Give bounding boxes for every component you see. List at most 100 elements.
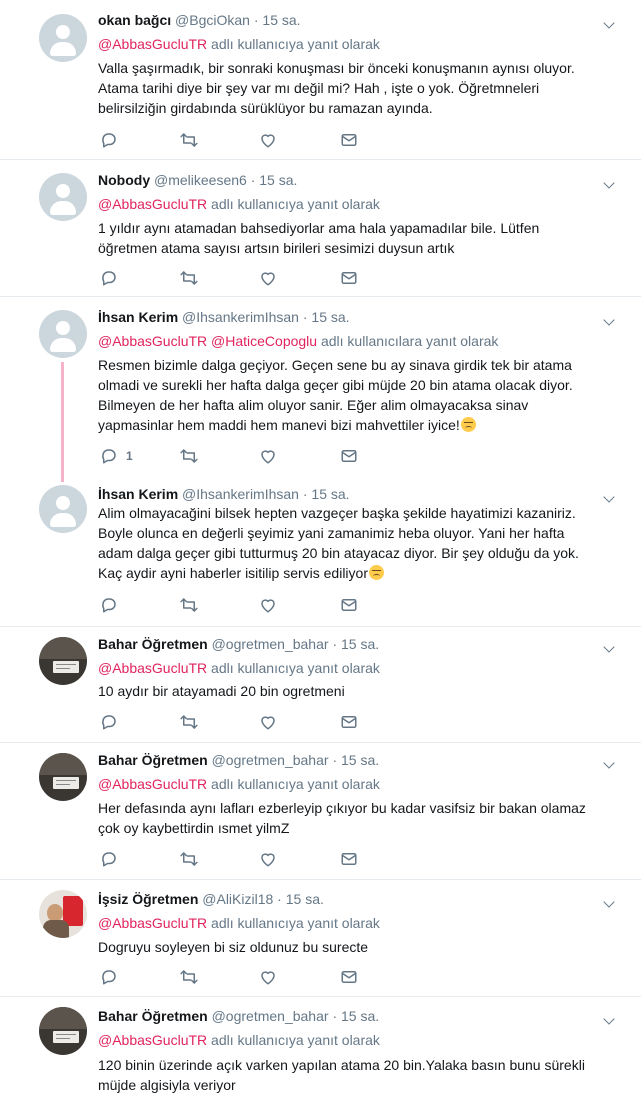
user-name[interactable]: okan bağcı xyxy=(98,12,171,28)
timestamp[interactable]: 15 sa. xyxy=(341,1008,379,1024)
chevron-down-icon[interactable] xyxy=(603,17,615,29)
user-handle[interactable]: @ogretmen_bahar xyxy=(212,752,329,768)
avatar[interactable] xyxy=(39,890,87,938)
reply-context: @AbbasGucluTR adlı kullanıcıya yanıt ola… xyxy=(98,775,380,793)
tweet-text-body: Resmen bizimle dalga geçiyor. Geçen sene… xyxy=(98,357,573,433)
timestamp[interactable]: 15 sa. xyxy=(341,636,379,652)
tweet[interactable]: İhsan Kerim @IhsankerimIhsan · 15 sa. Al… xyxy=(0,475,641,627)
mention-link[interactable]: @AbbasGucluTR xyxy=(98,660,207,676)
dm-button[interactable] xyxy=(340,849,358,869)
retweet-icon xyxy=(179,968,199,986)
reply-button[interactable] xyxy=(100,967,126,987)
user-name[interactable]: İhsan Kerim xyxy=(98,309,178,325)
tweet[interactable]: İşsiz Öğretmen @AliKizil18 · 15 sa. @Abb… xyxy=(0,880,641,997)
user-name[interactable]: Bahar Öğretmen xyxy=(98,752,208,768)
user-name[interactable]: Nobody xyxy=(98,172,150,188)
mention-link[interactable]: @AbbasGucluTR xyxy=(98,196,207,212)
chevron-down-icon[interactable] xyxy=(603,641,615,653)
user-name[interactable]: Bahar Öğretmen xyxy=(98,1008,208,1024)
reply-button[interactable] xyxy=(100,268,126,288)
retweet-button[interactable] xyxy=(179,130,199,150)
like-button[interactable] xyxy=(259,712,277,732)
envelope-icon xyxy=(340,131,358,149)
dm-button[interactable] xyxy=(340,967,358,987)
like-button[interactable] xyxy=(259,967,277,987)
reply-context: @AbbasGucluTR adlı kullanıcıya yanıt ola… xyxy=(98,659,380,677)
retweet-icon xyxy=(179,713,199,731)
timestamp[interactable]: 15 sa. xyxy=(286,891,324,907)
retweet-button[interactable] xyxy=(179,446,199,466)
tweet-text: 10 aydır bir atayamadi 20 bin ogretmeni xyxy=(98,683,345,699)
retweet-icon xyxy=(179,269,199,287)
chevron-down-icon[interactable] xyxy=(603,1013,615,1025)
tweet[interactable]: Nobody @melikeesen6 · 15 sa. @AbbasGuclu… xyxy=(0,160,641,297)
timestamp[interactable]: 15 sa. xyxy=(259,172,297,188)
tweet[interactable]: Bahar Öğretmen @ogretmen_bahar · 15 sa. … xyxy=(0,997,641,1107)
user-handle[interactable]: @ogretmen_bahar xyxy=(212,1008,329,1024)
dm-button[interactable] xyxy=(340,446,358,466)
timestamp[interactable]: 15 sa. xyxy=(311,486,349,502)
avatar[interactable] xyxy=(39,485,87,533)
avatar[interactable] xyxy=(39,1007,87,1055)
reply-button[interactable]: 1 xyxy=(100,446,133,466)
dm-button[interactable] xyxy=(340,268,358,288)
mention-link[interactable]: @AbbasGucluTR xyxy=(98,776,207,792)
like-button[interactable] xyxy=(259,849,277,869)
avatar[interactable] xyxy=(39,637,87,685)
timestamp[interactable]: 15 sa. xyxy=(341,752,379,768)
dm-button[interactable] xyxy=(340,712,358,732)
user-handle[interactable]: @IhsankerimIhsan xyxy=(182,486,299,502)
tweet[interactable]: Bahar Öğretmen @ogretmen_bahar · 15 sa. … xyxy=(0,743,641,880)
envelope-icon xyxy=(340,596,358,614)
like-button[interactable] xyxy=(259,595,277,615)
dm-button[interactable] xyxy=(340,595,358,615)
tweet[interactable]: okan bağcı @BgciOkan · 15 sa. @AbbasGucl… xyxy=(0,0,641,160)
avatar[interactable] xyxy=(39,310,87,358)
chevron-down-icon[interactable] xyxy=(603,896,615,908)
user-name[interactable]: İşsiz Öğretmen xyxy=(98,891,198,907)
retweet-button[interactable] xyxy=(179,712,199,732)
retweet-button[interactable] xyxy=(179,268,199,288)
chevron-down-icon[interactable] xyxy=(603,177,615,189)
reply-icon xyxy=(100,447,118,465)
like-button[interactable] xyxy=(259,130,277,150)
tweet-text: 120 binin üzerinde açık varken yapılan a… xyxy=(98,1057,585,1093)
envelope-icon xyxy=(340,447,358,465)
reply-button[interactable] xyxy=(100,849,126,869)
retweet-button[interactable] xyxy=(179,595,199,615)
tweet[interactable]: İhsan Kerim @IhsankerimIhsan · 15 sa. @A… xyxy=(0,297,641,475)
user-handle[interactable]: @BgciOkan xyxy=(175,12,250,28)
mention-link[interactable]: @AbbasGucluTR xyxy=(98,1032,207,1048)
user-handle[interactable]: @IhsankerimIhsan xyxy=(182,309,299,325)
tweet[interactable]: Bahar Öğretmen @ogretmen_bahar · 15 sa. … xyxy=(0,627,641,743)
retweet-button[interactable] xyxy=(179,849,199,869)
user-name[interactable]: Bahar Öğretmen xyxy=(98,636,208,652)
mention-link[interactable]: @AbbasGucluTR xyxy=(98,36,207,52)
like-button[interactable] xyxy=(259,268,277,288)
user-handle[interactable]: @melikeesen6 xyxy=(154,172,247,188)
reply-context-label: adlı kullanıcıya yanıt olarak xyxy=(211,915,380,931)
avatar[interactable] xyxy=(39,753,87,801)
mention-link[interactable]: @AbbasGucluTR @HaticeCopoglu xyxy=(98,333,317,349)
tweet-text: Valla şaşırmadık, bir sonraki konuşması … xyxy=(98,60,575,116)
chevron-down-icon[interactable] xyxy=(603,757,615,769)
envelope-icon xyxy=(340,850,358,868)
user-handle[interactable]: @ogretmen_bahar xyxy=(212,636,329,652)
heart-icon xyxy=(259,850,277,868)
reply-button[interactable] xyxy=(100,595,126,615)
retweet-button[interactable] xyxy=(179,967,199,987)
mention-link[interactable]: @AbbasGucluTR xyxy=(98,915,207,931)
chevron-down-icon[interactable] xyxy=(603,314,615,326)
user-handle[interactable]: @AliKizil18 xyxy=(202,891,273,907)
timestamp[interactable]: 15 sa. xyxy=(262,12,300,28)
avatar[interactable] xyxy=(39,173,87,221)
avatar[interactable] xyxy=(39,14,87,62)
reply-button[interactable] xyxy=(100,130,126,150)
dm-button[interactable] xyxy=(340,130,358,150)
reply-button[interactable] xyxy=(100,712,126,732)
like-button[interactable] xyxy=(259,446,277,466)
chevron-down-icon[interactable] xyxy=(603,491,615,503)
user-name[interactable]: İhsan Kerim xyxy=(98,486,178,502)
heart-icon xyxy=(259,131,277,149)
timestamp[interactable]: 15 sa. xyxy=(311,309,349,325)
